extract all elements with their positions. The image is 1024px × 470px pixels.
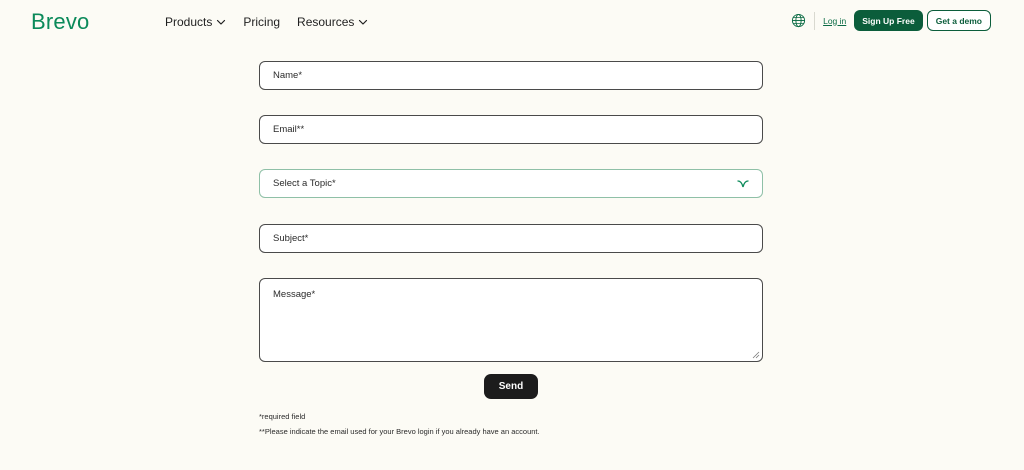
email-placeholder: Email** (273, 124, 305, 135)
nav-resources-label: Resources (297, 15, 355, 29)
subject-field[interactable]: Subject* (259, 224, 763, 253)
nav-resources[interactable]: Resources (297, 15, 368, 29)
nav-pricing-label: Pricing (243, 15, 281, 29)
nav-pricing[interactable]: Pricing (243, 15, 280, 29)
send-button[interactable]: Send (484, 374, 538, 399)
header-actions: Log in Sign Up Free Get a demo (791, 10, 991, 31)
login-link[interactable]: Log in (823, 16, 846, 26)
signup-button[interactable]: Sign Up Free (854, 10, 923, 31)
subject-placeholder: Subject* (273, 233, 309, 244)
get-demo-button[interactable]: Get a demo (926, 10, 991, 31)
chevron-down-icon (217, 19, 226, 25)
site-header: Brevo Products Pricing Resources Log in … (0, 0, 1024, 44)
chevron-down-icon (359, 19, 368, 25)
header-divider (814, 11, 816, 30)
message-field[interactable]: Message* (259, 278, 763, 362)
message-placeholder: Message* (273, 289, 316, 300)
required-field-note: *required field (259, 412, 306, 421)
main-nav: Products Pricing Resources (165, 15, 368, 29)
select-arrow-icon (737, 180, 749, 188)
topic-placeholder: Select a Topic* (273, 178, 336, 189)
brevo-logo[interactable]: Brevo (31, 9, 89, 35)
email-hint-note: **Please indicate the email used for you… (259, 427, 540, 436)
name-field[interactable]: Name* (259, 61, 763, 90)
resize-handle-icon[interactable] (752, 351, 760, 359)
nav-products[interactable]: Products (165, 15, 226, 29)
contact-page: Brevo Products Pricing Resources Log in … (0, 0, 1024, 470)
globe-icon[interactable] (791, 13, 806, 28)
email-field[interactable]: Email** (259, 115, 763, 144)
nav-products-label: Products (165, 15, 213, 29)
name-placeholder: Name* (273, 70, 303, 81)
topic-select[interactable]: Select a Topic* (259, 169, 763, 198)
